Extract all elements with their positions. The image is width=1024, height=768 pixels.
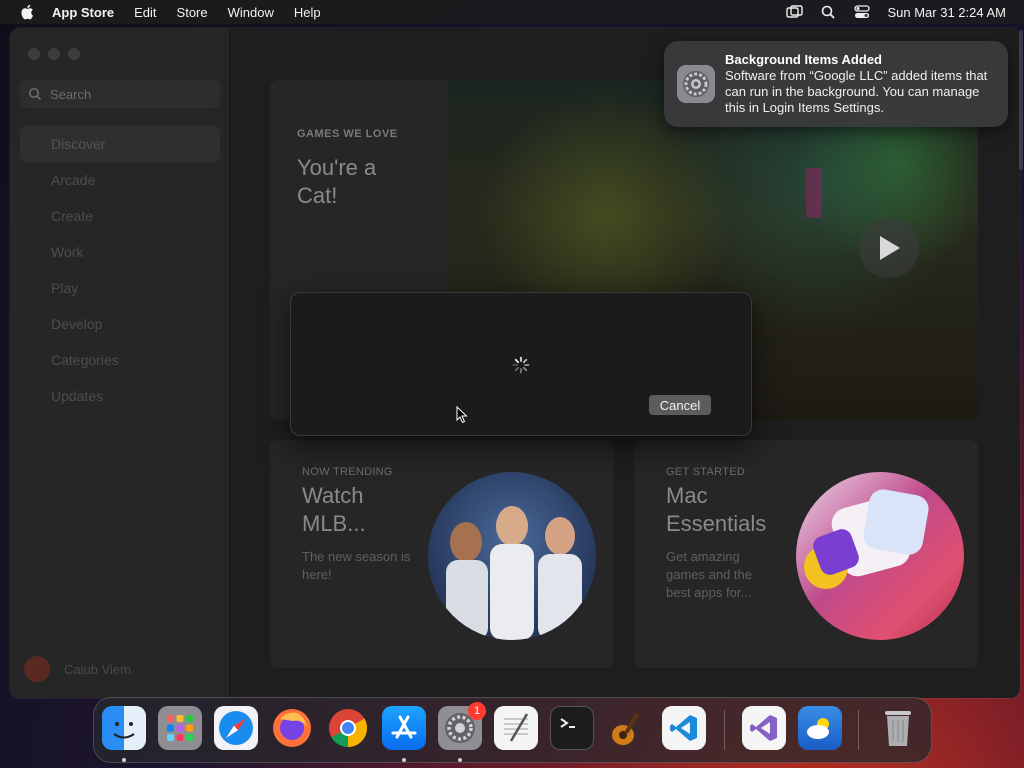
story-card-mac-essentials[interactable]: GET STARTED Mac Essentials Get amazing g… [634, 440, 978, 668]
weather-cloud-icon [807, 718, 829, 739]
close-button[interactable] [28, 48, 40, 60]
dock-safari[interactable] [214, 706, 258, 750]
control-center-icon[interactable] [853, 5, 871, 19]
sidebar-nav: Discover Arcade Create Work Play Develop… [20, 126, 220, 414]
dock-separator [724, 710, 725, 750]
neon-sign [806, 168, 822, 218]
sidebar: Search Discover Arcade Create Work Play … [10, 28, 230, 698]
menu-edit[interactable]: Edit [134, 5, 156, 20]
card-title: Mac Essentials [666, 483, 767, 536]
dock: 1 [93, 697, 932, 763]
avatar [24, 656, 50, 682]
card-eyebrow: NOW TRENDING [302, 466, 393, 478]
app-store-icon [391, 715, 417, 739]
background-items-notification[interactable]: Background Items Added Software from “Go… [664, 41, 1008, 127]
menu-window[interactable]: Window [228, 5, 274, 20]
menu-help[interactable]: Help [294, 5, 321, 20]
card-eyebrow: GET STARTED [666, 466, 746, 478]
dock-chrome[interactable] [326, 706, 370, 750]
minimize-button[interactable] [48, 48, 60, 60]
running-indicator [458, 758, 462, 762]
running-indicator [402, 758, 406, 762]
launchpad-icon [167, 715, 193, 741]
menu-bar: App Store Edit Store Window Help Sun Mar… [0, 0, 1024, 24]
apple-icon[interactable] [20, 4, 34, 20]
notification-body: Software from “Google LLC” added items t… [725, 68, 988, 115]
mac-essentials-image [796, 472, 964, 640]
hero-eyebrow: GAMES WE LOVE [297, 128, 398, 140]
hero-text: GAMES WE LOVE You're a Cat! [297, 128, 417, 210]
finder-icon [113, 722, 135, 739]
sidebar-item-play[interactable]: Play [20, 270, 220, 306]
terminal-icon [560, 718, 575, 728]
notification-title: Background Items Added [725, 52, 882, 67]
running-indicator [122, 758, 126, 762]
search-placeholder: Search [50, 86, 92, 102]
sidebar-item-develop[interactable]: Develop [20, 306, 220, 342]
dock-finder[interactable] [102, 706, 146, 750]
menu-app-name[interactable]: App Store [52, 5, 114, 20]
guitar-icon [612, 712, 640, 745]
dock-terminal[interactable] [550, 706, 594, 750]
sidebar-item-arcade[interactable]: Arcade [20, 162, 220, 198]
sidebar-item-categories[interactable]: Categories [20, 342, 220, 378]
textedit-icon [504, 713, 529, 742]
story-card-mlb[interactable]: NOW TRENDING Watch MLB... The new season… [270, 440, 614, 668]
dock-textedit[interactable] [494, 706, 538, 750]
dock-app-store[interactable] [382, 706, 426, 750]
dock-system-settings[interactable]: 1 [438, 702, 486, 750]
dock-vscode[interactable] [662, 706, 706, 750]
spotlight-search-icon[interactable] [819, 5, 837, 19]
dock-separator [858, 710, 859, 750]
play-icon [880, 236, 900, 260]
window-controls [28, 48, 88, 60]
card-subtitle: The new season is here! [302, 549, 411, 582]
card-subtitle: Get amazing games and the best apps for.… [666, 549, 753, 600]
menu-clock[interactable]: Sun Mar 31 2:24 AM [887, 5, 1006, 20]
chrome-icon [329, 709, 368, 748]
vscode-icon [670, 715, 697, 741]
visual-studio-icon [750, 715, 777, 741]
loading-spinner-icon [512, 356, 530, 374]
trash-icon [885, 711, 911, 746]
search-icon [28, 87, 42, 101]
dock-weather[interactable] [798, 706, 842, 750]
loading-dialog: Cancel [290, 292, 752, 436]
firefox-icon [273, 709, 311, 747]
dock-launchpad[interactable] [158, 706, 202, 750]
sidebar-item-create[interactable]: Create [20, 198, 220, 234]
sidebar-item-updates[interactable]: Updates [20, 378, 220, 414]
sidebar-item-discover[interactable]: Discover [20, 126, 220, 162]
baseball-players-image [428, 472, 596, 640]
play-video-button[interactable] [859, 218, 919, 278]
account-button[interactable]: Caiub Viem [24, 656, 131, 682]
notification-badge: 1 [468, 702, 486, 720]
dock-trash[interactable] [876, 706, 920, 750]
search-input[interactable]: Search [20, 80, 220, 108]
hero-title: You're a Cat! [297, 155, 377, 208]
system-settings-gear-icon [677, 65, 715, 103]
user-name: Caiub Viem [64, 661, 131, 677]
dock-garageband[interactable] [606, 706, 650, 750]
scrollbar[interactable] [1019, 30, 1023, 170]
dock-firefox[interactable] [270, 706, 314, 750]
dock-visual-studio[interactable] [742, 706, 786, 750]
menu-store[interactable]: Store [177, 5, 208, 20]
mouse-cursor-icon [456, 406, 468, 424]
safari-compass-icon [219, 711, 253, 745]
card-title: Watch MLB... [302, 483, 366, 536]
zoom-button[interactable] [68, 48, 80, 60]
sidebar-item-work[interactable]: Work [20, 234, 220, 270]
cancel-button[interactable]: Cancel [649, 395, 711, 415]
screen-mirroring-icon[interactable] [785, 5, 803, 19]
